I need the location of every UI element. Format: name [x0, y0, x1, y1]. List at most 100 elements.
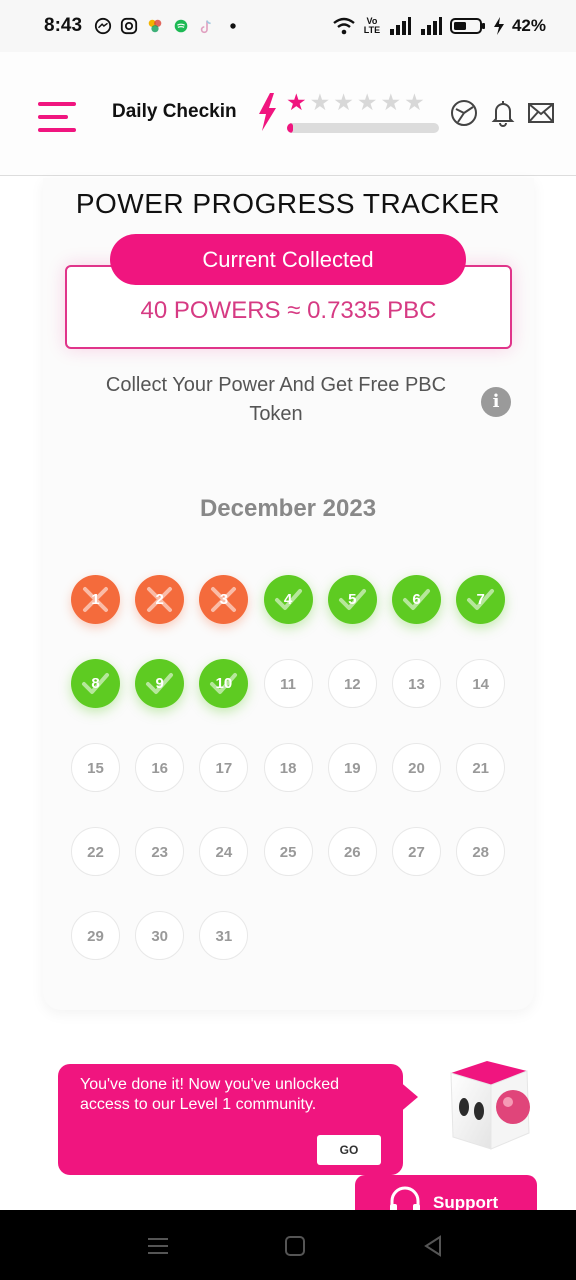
calendar-day-21[interactable]: 21	[456, 743, 506, 792]
collected-value: 40 POWERS ≈ 0.7335 PBC	[140, 297, 437, 324]
notification-icons	[94, 17, 242, 35]
support-button[interactable]: Support	[355, 1175, 537, 1215]
recent-apps-icon[interactable]	[146, 1234, 170, 1258]
calendar-day-number: 4	[283, 591, 293, 608]
calendar-day-number: 1	[91, 591, 100, 608]
go-button[interactable]: GO	[317, 1135, 381, 1165]
network-type: Vo LTE	[363, 16, 381, 35]
calendar-day-number: 29	[87, 928, 104, 945]
status-time: 8:43	[44, 15, 83, 36]
instagram-icon	[120, 17, 138, 35]
calendar-day-number: 7	[476, 591, 485, 608]
messenger-icon	[94, 17, 112, 35]
star-empty-icon: ★	[380, 89, 402, 115]
calendar-day-30[interactable]: 30	[135, 911, 185, 960]
mail-icon[interactable]	[526, 98, 556, 128]
calendar-day-28[interactable]: 28	[456, 827, 506, 876]
system-nav-bar	[0, 1210, 576, 1280]
mascot-cube-icon	[450, 1061, 530, 1150]
info-icon[interactable]: i	[481, 387, 511, 417]
calendar-day-5[interactable]: 5	[327, 575, 377, 624]
calendar-day-number: 30	[151, 928, 169, 945]
signal-icon	[389, 17, 411, 35]
calendar-day-11[interactable]: 11	[263, 659, 313, 708]
status-bar: 8:43 Vo LTE 42%	[0, 0, 576, 52]
calendar-day-number: 27	[408, 844, 425, 861]
calendar-month: December 2023	[199, 495, 377, 522]
signal-icon-2	[420, 17, 442, 35]
star-empty-icon: ★	[333, 89, 354, 115]
calendar-day-number: 25	[279, 844, 297, 861]
collect-description: Collect Your Power And Get Free PBC Toke…	[105, 374, 447, 425]
calendar-day-number: 17	[215, 760, 233, 777]
calendar-day-number: 6	[412, 591, 421, 608]
back-icon[interactable]	[421, 1234, 445, 1258]
calendar-day-number: 31	[215, 928, 233, 945]
calendar-day-22[interactable]: 22	[71, 827, 120, 876]
battery-percent: 42%	[511, 16, 546, 35]
rating-stars: ★ ★ ★ ★ ★ ★	[286, 90, 425, 114]
tracker-title: POWER PROGRESS TRACKER	[75, 188, 501, 219]
wallet-icon[interactable]	[449, 98, 479, 128]
calendar-day-number: 22	[87, 844, 104, 861]
calendar-day-number: 21	[472, 760, 490, 777]
calendar-day-14[interactable]: 14	[456, 659, 506, 708]
star-empty-icon: ★	[356, 89, 378, 115]
calendar-day-25[interactable]: 25	[263, 827, 313, 876]
calendar-day-number: 3	[219, 591, 229, 608]
page-title: Daily Checkin	[112, 101, 237, 122]
calendar-day-number: 18	[279, 760, 297, 777]
wifi-icon	[333, 17, 355, 35]
system-status: Vo LTE 42%	[332, 16, 546, 36]
calendar-day-19[interactable]: 19	[327, 743, 377, 792]
calendar-day-number: 15	[87, 760, 104, 777]
star-empty-icon: ★	[404, 89, 425, 115]
calendar-day-16[interactable]: 16	[135, 743, 185, 792]
calendar-day-13[interactable]: 13	[392, 659, 441, 708]
calendar-day-20[interactable]: 20	[392, 743, 441, 792]
toast-message: You've done it! Now you've unlocked acce…	[80, 1076, 340, 1113]
calendar-day-27[interactable]: 27	[392, 827, 441, 876]
calendar-day-2[interactable]: 2	[135, 575, 185, 624]
more-notifications-dot-icon	[230, 23, 236, 29]
battery-icon	[449, 18, 485, 34]
calendar-day-number: 14	[472, 676, 490, 693]
calendar-day-number: 26	[343, 844, 361, 861]
calendar-day-number: 28	[472, 844, 490, 861]
charging-icon	[493, 17, 504, 35]
calendar-day-8[interactable]: 8	[71, 659, 120, 708]
calendar-day-12[interactable]: 12	[327, 659, 377, 708]
calendar-day-number: 24	[215, 844, 233, 861]
calendar-day-number: 9	[155, 675, 164, 692]
current-collected-label: Current Collected	[110, 234, 466, 285]
home-icon[interactable]	[283, 1234, 307, 1258]
bell-icon[interactable]	[488, 98, 518, 128]
calendar-day-number: 19	[343, 760, 361, 777]
star-empty-icon: ★	[309, 89, 331, 115]
calendar-day-26[interactable]: 26	[327, 827, 377, 876]
calendar-day-7[interactable]: 7	[456, 575, 506, 624]
calendar-day-29[interactable]: 29	[71, 911, 120, 960]
calendar-day-number: 10	[215, 675, 233, 692]
calendar-day-number: 12	[343, 676, 361, 693]
menu-icon[interactable]	[38, 102, 76, 134]
calendar-day-9[interactable]: 9	[135, 659, 185, 708]
checkin-progress-bar	[287, 123, 439, 133]
calendar-day-number: 2	[155, 591, 164, 608]
calendar-day-1[interactable]: 1	[71, 575, 120, 624]
lightning-bolt-icon	[259, 93, 276, 131]
calendar-day-number: 8	[91, 675, 100, 692]
calendar-day-23[interactable]: 23	[135, 827, 185, 876]
calendar-day-number: 20	[408, 760, 425, 777]
star-filled-icon: ★	[286, 89, 307, 115]
calendar-day-number: 16	[151, 760, 169, 777]
calendar-day-number: 11	[280, 676, 297, 693]
calendar-day-number: 13	[408, 676, 425, 693]
spotify-icon	[174, 19, 188, 33]
calendar-day-18[interactable]: 18	[263, 743, 313, 792]
calendar-day-6[interactable]: 6	[392, 575, 441, 624]
calendar-day-number: 5	[348, 591, 357, 608]
calendar-day-4[interactable]: 4	[263, 575, 313, 624]
calendar-day-15[interactable]: 15	[71, 743, 120, 792]
checkin-progress-fill	[287, 123, 294, 133]
